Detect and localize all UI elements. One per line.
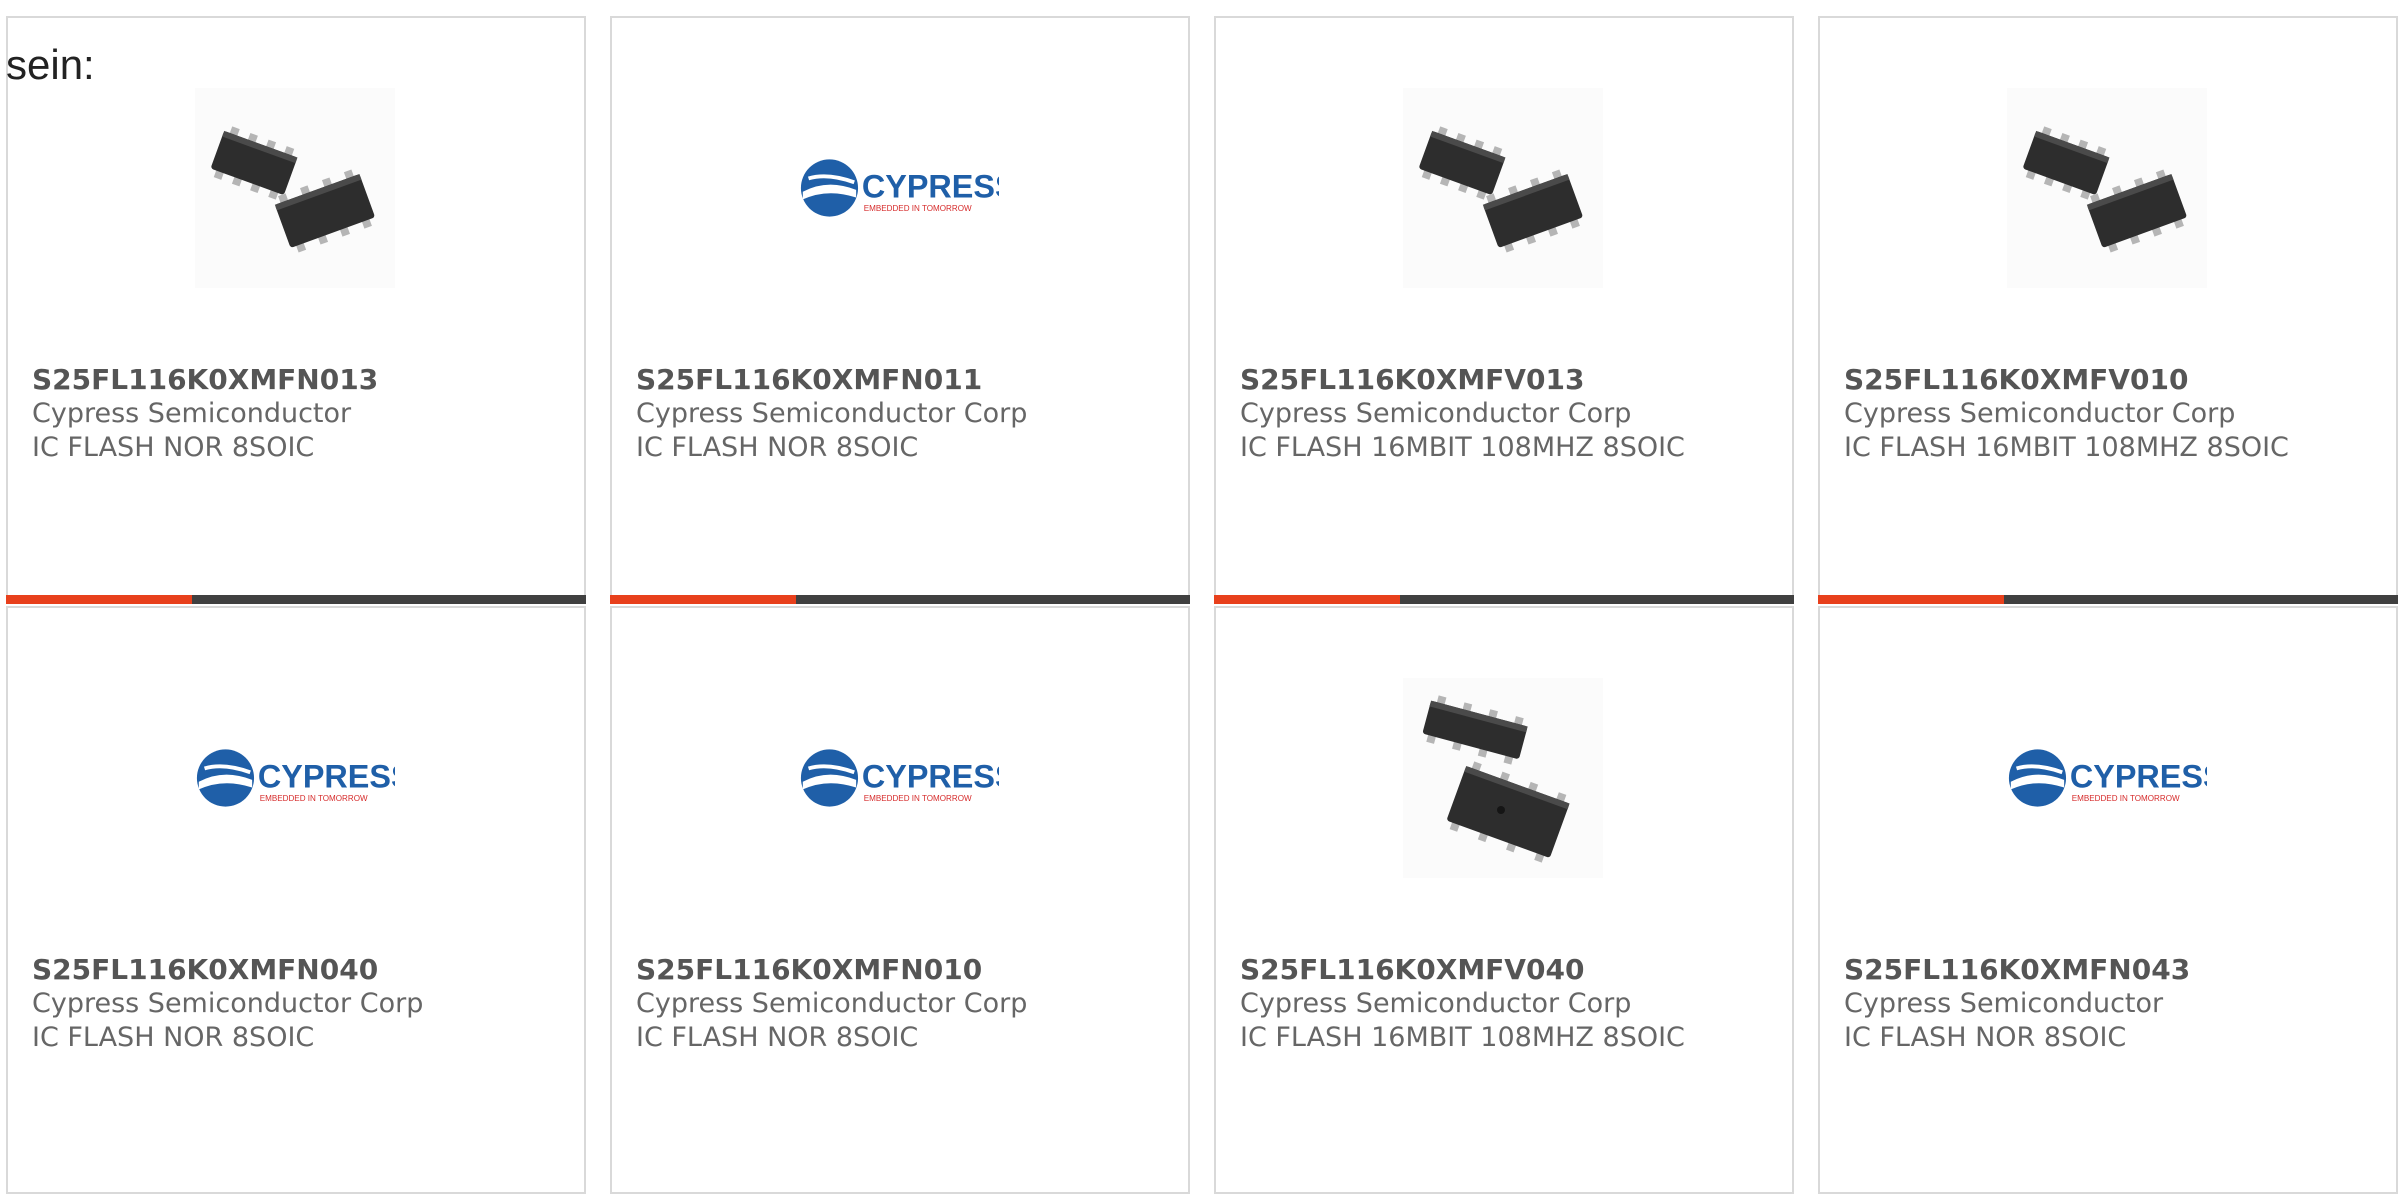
product-card[interactable]: S25FL116K0XMFV040 Cypress Semiconductor … [1214,606,1794,1194]
cypress-logo-image: CYPRESS EMBEDDED IN TOMORROW [2007,678,2207,878]
product-card[interactable]: CYPRESS EMBEDDED IN TOMORROW S25FL116K0X… [610,16,1190,604]
product-info: S25FL116K0XMFN011 Cypress Semiconductor … [636,363,1027,465]
product-info: S25FL116K0XMFV040 Cypress Semiconductor … [1240,953,1685,1055]
part-number[interactable]: S25FL116K0XMFN043 [1844,953,2190,987]
part-number[interactable]: S25FL116K0XMFN013 [32,363,378,397]
product-card[interactable]: S25FL116K0XMFN013 Cypress Semiconductor … [6,16,586,604]
manufacturer-name: Cypress Semiconductor [32,398,352,429]
card-accent-bar-fill [1214,595,1400,604]
card-accent-bar [6,595,586,604]
cypress-logo: CYPRESS EMBEDDED IN TOMORROW [2008,749,2207,807]
product-description: IC FLASH NOR 8SOIC [636,432,919,463]
part-number[interactable]: S25FL116K0XMFN040 [32,953,423,987]
manufacturer-name: Cypress Semiconductor Corp [1240,988,1632,1019]
product-description: IC FLASH 16MBIT 108MHZ 8SOIC [1240,432,1685,463]
chip-stack-icon [1403,678,1603,878]
svg-text:EMBEDDED IN TOMORROW: EMBEDDED IN TOMORROW [864,794,972,803]
product-description: IC FLASH 16MBIT 108MHZ 8SOIC [1844,432,2289,463]
product-card[interactable]: CYPRESS EMBEDDED IN TOMORROW S25FL116K0X… [6,606,586,1194]
cypress-logo: CYPRESS EMBEDDED IN TOMORROW [196,749,395,807]
product-description: IC FLASH 16MBIT 108MHZ 8SOIC [1240,1022,1685,1053]
product-image [1403,678,1603,878]
product-description: IC FLASH NOR 8SOIC [32,432,315,463]
page-label: sein: [6,41,95,88]
manufacturer-name: Cypress Semiconductor Corp [32,988,424,1019]
product-card[interactable]: CYPRESS EMBEDDED IN TOMORROW S25FL116K0X… [1818,606,2398,1194]
product-description: IC FLASH NOR 8SOIC [32,1022,315,1053]
chip-pair-icon [2007,88,2207,288]
product-info: S25FL116K0XMFN013 Cypress Semiconductor … [32,363,378,465]
card-accent-bar [1214,595,1794,604]
product-image [195,88,395,288]
card-accent-bar-fill [610,595,796,604]
cypress-logo-image: CYPRESS EMBEDDED IN TOMORROW [799,678,999,878]
cypress-logo: CYPRESS EMBEDDED IN TOMORROW [800,749,999,807]
svg-text:EMBEDDED IN TOMORROW: EMBEDDED IN TOMORROW [260,794,368,803]
chip-pair-icon [195,88,395,288]
card-accent-bar-fill [6,595,192,604]
card-accent-bar [610,595,1190,604]
product-description: IC FLASH NOR 8SOIC [636,1022,919,1053]
product-card[interactable]: CYPRESS EMBEDDED IN TOMORROW S25FL116K0X… [610,606,1190,1194]
cypress-logo-image: CYPRESS EMBEDDED IN TOMORROW [799,88,999,288]
part-number[interactable]: S25FL116K0XMFN011 [636,363,1027,397]
product-info: S25FL116K0XMFV010 Cypress Semiconductor … [1844,363,2289,465]
svg-text:CYPRESS: CYPRESS [2070,759,2207,795]
product-description: IC FLASH NOR 8SOIC [1844,1022,2127,1053]
part-number[interactable]: S25FL116K0XMFV010 [1844,363,2289,397]
product-info: S25FL116K0XMFN010 Cypress Semiconductor … [636,953,1027,1055]
manufacturer-name: Cypress Semiconductor Corp [636,398,1028,429]
cypress-logo: CYPRESS EMBEDDED IN TOMORROW [800,159,999,217]
manufacturer-name: Cypress Semiconductor Corp [1240,398,1632,429]
part-number[interactable]: S25FL116K0XMFV040 [1240,953,1685,987]
manufacturer-name: Cypress Semiconductor Corp [636,988,1028,1019]
manufacturer-name: Cypress Semiconductor [1844,988,2164,1019]
product-info: S25FL116K0XMFN040 Cypress Semiconductor … [32,953,423,1055]
product-image [2007,88,2207,288]
cypress-logo-image: CYPRESS EMBEDDED IN TOMORROW [195,678,395,878]
chip-pair-icon [1403,88,1603,288]
product-card[interactable]: S25FL116K0XMFV010 Cypress Semiconductor … [1818,16,2398,604]
product-info: S25FL116K0XMFV013 Cypress Semiconductor … [1240,363,1685,465]
svg-text:EMBEDDED IN TOMORROW: EMBEDDED IN TOMORROW [2072,794,2180,803]
svg-text:CYPRESS: CYPRESS [258,759,395,795]
svg-text:CYPRESS: CYPRESS [862,169,999,205]
product-info: S25FL116K0XMFN043 Cypress Semiconductor … [1844,953,2190,1055]
manufacturer-name: Cypress Semiconductor Corp [1844,398,2236,429]
part-number[interactable]: S25FL116K0XMFV013 [1240,363,1685,397]
product-card[interactable]: S25FL116K0XMFV013 Cypress Semiconductor … [1214,16,1794,604]
card-accent-bar [1818,595,2398,604]
svg-text:EMBEDDED IN TOMORROW: EMBEDDED IN TOMORROW [864,204,972,213]
svg-text:CYPRESS: CYPRESS [862,759,999,795]
part-number[interactable]: S25FL116K0XMFN010 [636,953,1027,987]
card-accent-bar-fill [1818,595,2004,604]
product-image [1403,88,1603,288]
